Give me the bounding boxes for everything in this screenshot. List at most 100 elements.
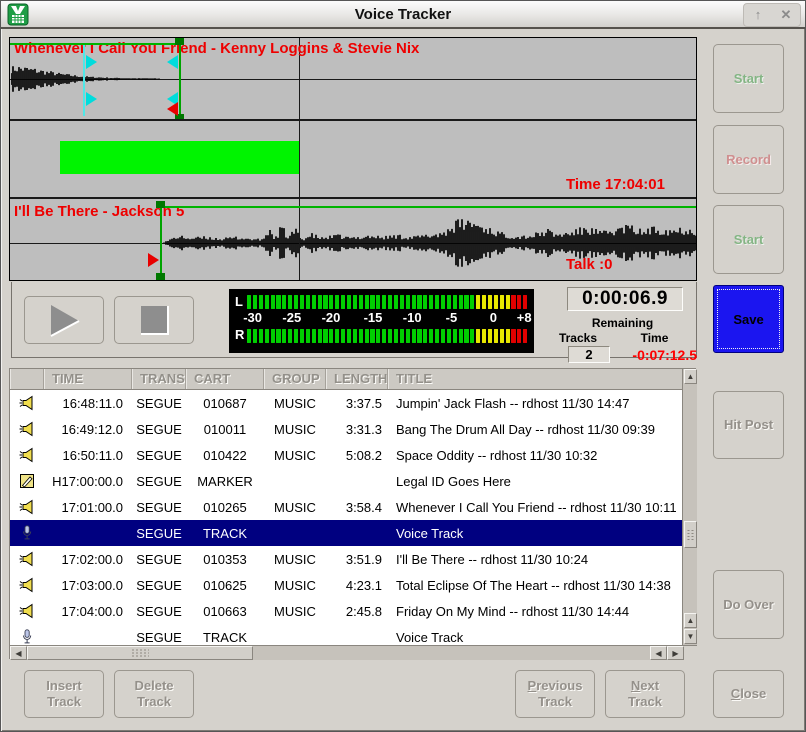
cell-title: Jumpin' Jack Flash -- rdhost 11/30 14:47 (388, 396, 682, 411)
meter-bars-left (247, 295, 527, 309)
previous-track-button[interactable]: Previous Track (515, 670, 595, 718)
horizontal-scrollbar[interactable]: ◀ ◀ ▶ (10, 645, 697, 660)
thumb-grip (131, 649, 149, 658)
time-label: Time (610, 331, 699, 345)
title-bar: Voice Tracker ↑ ✕ (1, 1, 805, 29)
segue-marker-icon[interactable] (148, 253, 159, 267)
meter-scale: -30-25-20-15-10-50+8 (247, 310, 527, 326)
scroll-left-button[interactable]: ◀ (10, 646, 27, 660)
talk-label: Talk :0 (566, 256, 612, 273)
close-button[interactable]: Close (713, 670, 784, 718)
table-row[interactable]: 17:03:00.0SEGUE010625MUSIC4:23.1Total Ec… (10, 572, 682, 598)
header-icon-col (10, 369, 44, 389)
voice-track-region[interactable] (60, 141, 299, 174)
table-row[interactable]: 17:04:00.0SEGUE010663MUSIC2:45.8Friday O… (10, 598, 682, 624)
audio-level-meter: L -30-25-20-15-10-50+8 R (229, 289, 534, 353)
speaker-icon (10, 445, 44, 466)
cell-title: Voice Track (388, 526, 682, 541)
meter-scale-tick: -30 (243, 310, 262, 325)
speaker-icon (10, 575, 44, 596)
cell-length: 3:37.5 (326, 396, 388, 411)
app-icon (7, 3, 29, 26)
save-button[interactable]: Save (713, 285, 784, 353)
scroll-up-icon: ▲ (687, 616, 695, 625)
close-window-button[interactable]: ✕ (772, 4, 800, 26)
cell-group: MUSIC (264, 552, 326, 567)
horizontal-scroll-trough[interactable] (253, 646, 650, 660)
cell-group: MUSIC (264, 422, 326, 437)
track-end-handle[interactable] (156, 273, 165, 280)
fadedown-marker-line[interactable] (83, 44, 85, 116)
record-button[interactable]: Record (713, 125, 784, 194)
microphone-icon (10, 627, 44, 646)
table-row[interactable]: 16:49:12.0SEGUE010011MUSIC3:31.3Bang The… (10, 416, 682, 442)
table-row[interactable]: 16:48:11.0SEGUE010687MUSIC3:37.5Jumpin' … (10, 390, 682, 416)
cell-time: 16:49:12.0 (44, 422, 132, 437)
fadedown-marker-icon[interactable] (86, 55, 97, 69)
voice-track-pane[interactable]: Time 17:04:01 (10, 123, 696, 199)
track-end-handle[interactable] (156, 201, 165, 208)
track-end-marker-line[interactable] (160, 201, 162, 280)
cell-cart: 010265 (186, 500, 264, 515)
cell-group: MUSIC (264, 578, 326, 593)
scroll-right-button[interactable]: ▶ (667, 646, 684, 660)
speaker-icon (10, 497, 44, 518)
track1-waveform-pane[interactable]: Whenever I Call You Friend - Kenny Loggi… (10, 38, 696, 121)
meter-scale-tick: -20 (322, 310, 341, 325)
cell-trans: SEGUE (132, 474, 186, 489)
meter-scale-tick: -25 (282, 310, 301, 325)
scroll-right-icon: ▶ (672, 649, 678, 658)
segue-marker-icon[interactable] (167, 102, 178, 116)
insert-track-button[interactable]: Insert Track (24, 670, 104, 718)
meter-bars-right (247, 329, 527, 343)
shade-window-button[interactable]: ↑ (744, 4, 772, 26)
cell-trans: SEGUE (132, 578, 186, 593)
fadeup-marker-icon[interactable] (167, 55, 178, 69)
speaker-icon (10, 601, 44, 622)
horizontal-scroll-thumb[interactable] (27, 646, 253, 660)
start-track1-button[interactable]: Start (713, 44, 784, 113)
scroll-up-button2[interactable]: ▲ (684, 613, 697, 628)
cell-group: MUSIC (264, 448, 326, 463)
vertical-scrollbar[interactable]: ▲ ▲ ▼ (682, 369, 697, 645)
scroll-left-icon: ◀ (15, 649, 21, 658)
meter-scale-tick: -15 (364, 310, 383, 325)
track-start-marker-line[interactable] (179, 38, 181, 121)
meter-scale-tick: 0 (490, 310, 497, 325)
delete-track-button[interactable]: Delete Track (114, 670, 194, 718)
table-row[interactable]: SEGUETRACKVoice Track (10, 520, 682, 546)
stop-button[interactable] (114, 296, 194, 344)
track-start-handle[interactable] (175, 38, 184, 45)
header-title: TITLE (388, 369, 682, 389)
do-over-button[interactable]: Do Over (713, 570, 784, 639)
fadedown-marker-icon[interactable] (86, 92, 97, 106)
start-track2-button[interactable]: Start (713, 205, 784, 274)
waveform-display[interactable]: Whenever I Call You Friend - Kenny Loggi… (9, 37, 697, 281)
remaining-label: Remaining (546, 316, 699, 330)
table-row[interactable]: SEGUETRACKVoice Track (10, 624, 682, 645)
cell-time: 16:48:11.0 (44, 396, 132, 411)
table-row[interactable]: 16:50:11.0SEGUE010422MUSIC5:08.2Space Od… (10, 442, 682, 468)
play-icon (25, 297, 103, 343)
table-row[interactable]: H17:00:00.0SEGUEMARKERLegal ID Goes Here (10, 468, 682, 494)
cell-title: Whenever I Call You Friend -- rdhost 11/… (388, 500, 682, 515)
table-row[interactable]: 17:01:00.0SEGUE010265MUSIC3:58.4Whenever… (10, 494, 682, 520)
cell-trans: SEGUE (132, 552, 186, 567)
scroll-left-button2[interactable]: ◀ (650, 646, 667, 660)
segue-start-line (10, 43, 180, 45)
scroll-down-button[interactable]: ▼ (684, 629, 697, 644)
next-track-button[interactable]: Next Track (605, 670, 685, 718)
cell-title: I'll Be There -- rdhost 11/30 10:24 (388, 552, 682, 567)
cell-length: 4:23.1 (326, 578, 388, 593)
hit-post-button[interactable]: Hit Post (713, 391, 784, 459)
cell-time: 16:50:11.0 (44, 448, 132, 463)
table-row[interactable]: 17:02:00.0SEGUE010353MUSIC3:51.9I'll Be … (10, 546, 682, 572)
cell-trans: SEGUE (132, 604, 186, 619)
cell-trans: SEGUE (132, 630, 186, 645)
scroll-up-button[interactable]: ▲ (684, 369, 697, 384)
log-table-header: TIME TRANS CART GROUP LENGTH TITLE (10, 369, 682, 390)
track2-waveform-pane[interactable]: I'll Be There - Jackson 5 Talk :0 (10, 201, 696, 280)
thumb-grip (686, 529, 695, 541)
vertical-scroll-thumb[interactable] (684, 521, 697, 548)
play-button[interactable] (24, 296, 104, 344)
